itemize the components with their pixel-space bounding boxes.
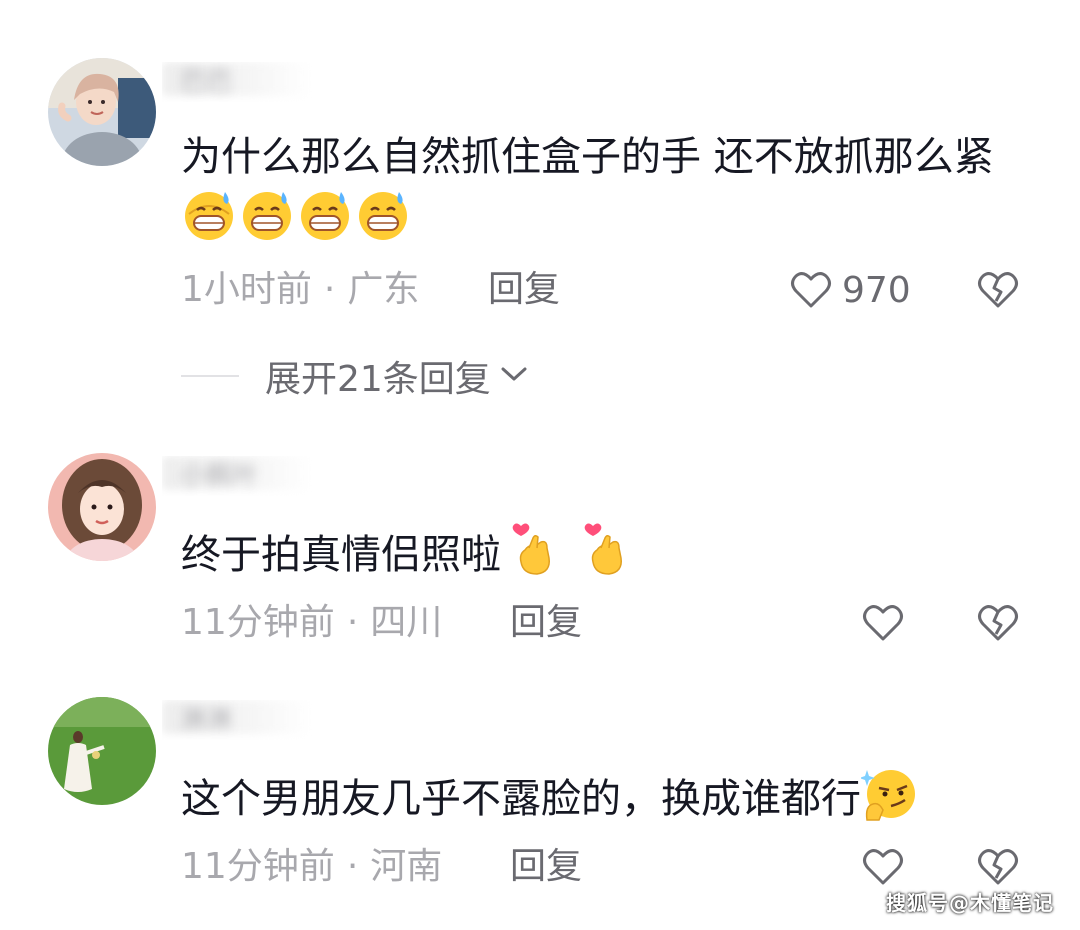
comment-text: 为什么那么自然抓住盒子的手 还不放抓那么紧 xyxy=(181,128,1021,248)
avatar[interactable] xyxy=(48,697,156,805)
heart-outline-icon xyxy=(790,270,832,310)
heart-outline-icon xyxy=(862,603,904,643)
comment-location: 广东 xyxy=(347,269,420,310)
grinning-sweat-emoji xyxy=(355,186,411,242)
comment-time: 1小时前 xyxy=(181,269,312,310)
username[interactable]: 小枫叶 xyxy=(162,456,312,496)
reply-button[interactable]: 回复 xyxy=(510,601,582,645)
chevron-down-icon xyxy=(491,364,529,388)
comment-meta: 11分钟前 · 四川 xyxy=(181,601,442,645)
comment-location: 四川 xyxy=(370,602,443,643)
username[interactable]: 巴巴 xyxy=(162,62,312,102)
broken-heart-icon xyxy=(977,270,1019,310)
expand-replies-label: 展开21条回复 xyxy=(265,359,491,400)
separator-dot: · xyxy=(323,269,336,310)
comment-time: 11分钟前 xyxy=(181,602,335,643)
grinning-sweat-emoji xyxy=(181,186,237,242)
dislike-button[interactable] xyxy=(976,845,1020,889)
finger-heart-emoji xyxy=(507,522,563,578)
grinning-sweat-emoji xyxy=(297,186,353,242)
like-button[interactable]: 970 xyxy=(790,268,911,312)
avatar[interactable] xyxy=(48,453,156,561)
comment-meta: 1小时前 · 广东 xyxy=(181,268,419,312)
expand-replies-button[interactable]: 展开21条回复 xyxy=(181,353,529,400)
like-count: 970 xyxy=(842,269,911,311)
dislike-button[interactable] xyxy=(976,601,1020,645)
like-button[interactable] xyxy=(862,601,914,645)
separator-dot: · xyxy=(346,602,359,643)
watermark: 搜狐号@木懂笔记 xyxy=(886,891,1054,915)
reply-button[interactable]: 回复 xyxy=(510,845,582,889)
avatar[interactable] xyxy=(48,58,156,166)
grinning-sweat-emoji xyxy=(239,186,295,242)
reply-button[interactable]: 回复 xyxy=(488,268,560,312)
separator-dot: · xyxy=(346,846,359,887)
like-button[interactable] xyxy=(862,845,914,889)
smirk-thinking-emoji xyxy=(861,766,917,822)
comment-meta: 11分钟前 · 河南 xyxy=(181,845,442,889)
divider-line xyxy=(181,375,239,377)
dislike-button[interactable] xyxy=(976,268,1020,312)
comment-time: 11分钟前 xyxy=(181,846,335,887)
finger-heart-emoji xyxy=(579,522,635,578)
broken-heart-icon xyxy=(977,847,1019,887)
comment-location: 河南 xyxy=(370,846,443,887)
comment-text: 这个男朋友几乎不露脸的，换成谁都行 xyxy=(181,766,1021,828)
comment-text: 终于拍真情侣照啦 xyxy=(181,522,1021,584)
username[interactable]: 淋淋 xyxy=(162,700,312,740)
heart-outline-icon xyxy=(862,847,904,887)
broken-heart-icon xyxy=(977,603,1019,643)
